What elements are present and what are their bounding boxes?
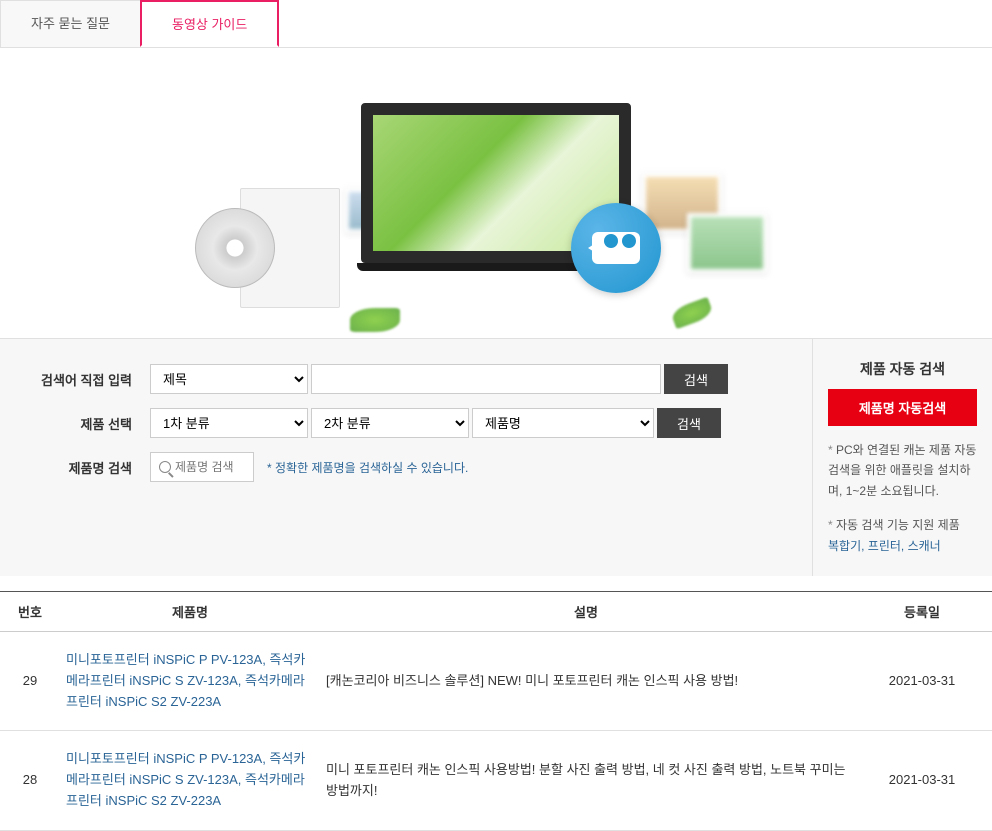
- col-header-no: 번호: [0, 591, 60, 631]
- tab-video-guide[interactable]: 동영상 가이드: [140, 0, 279, 47]
- auto-search-supported: * 자동 검색 기능 지원 제품 복합기, 프린터, 스캐너: [828, 515, 977, 556]
- cd-graphic: [210, 178, 340, 308]
- cell-product[interactable]: 미니포토프린터 iNSPiC P PV-123A, 즉석카메라프린터 iNSPi…: [60, 731, 320, 830]
- tab-bar: 자주 묻는 질문 동영상 가이드: [0, 0, 992, 48]
- search-icon: [159, 461, 171, 473]
- col-header-product: 제품명: [60, 591, 320, 631]
- search-type-select[interactable]: 제목: [150, 364, 308, 394]
- product-search-button[interactable]: 검색: [657, 408, 721, 438]
- leaf-graphic: [670, 297, 714, 329]
- cell-desc: [캐논코리아 비즈니스 솔루션] NEW! 미니 포토프린터 캐논 인스픽 사용…: [320, 631, 852, 730]
- results-table: 번호 제품명 설명 등록일 29미니포토프린터 iNSPiC P PV-123A…: [0, 591, 992, 831]
- product-select-label: 제품 선택: [30, 414, 150, 433]
- keyword-search-button[interactable]: 검색: [664, 364, 728, 394]
- col-header-desc: 설명: [320, 591, 852, 631]
- thumbnail-graphic: [687, 213, 767, 273]
- video-play-icon: [571, 203, 661, 293]
- cell-desc: 미니 포토프린터 캐논 인스픽 사용방법! 분할 사진 출력 방법, 네 컷 사…: [320, 731, 852, 830]
- product-name-hint: * 정확한 제품명을 검색하실 수 있습니다.: [267, 459, 468, 476]
- auto-search-title: 제품 자동 검색: [828, 359, 977, 379]
- table-row[interactable]: 29미니포토프린터 iNSPiC P PV-123A, 즉석카메라프린터 iNS…: [0, 631, 992, 730]
- cell-date: 2021-03-31: [852, 631, 992, 730]
- product-name-input-wrap[interactable]: [150, 452, 254, 482]
- product-select[interactable]: 제품명: [472, 408, 654, 438]
- auto-search-button[interactable]: 제품명 자동검색: [828, 389, 977, 426]
- cell-date: 2021-03-31: [852, 731, 992, 830]
- tab-faq[interactable]: 자주 묻는 질문: [0, 0, 141, 47]
- keyword-input[interactable]: [311, 364, 661, 394]
- auto-search-note: * PC와 연결된 캐논 제품 자동 검색을 위한 애플릿을 설치하며, 1~2…: [828, 440, 977, 501]
- category2-select[interactable]: 2차 분류: [311, 408, 469, 438]
- category1-select[interactable]: 1차 분류: [150, 408, 308, 438]
- hero-banner: [0, 48, 992, 338]
- keyword-label: 검색어 직접 입력: [30, 370, 150, 389]
- product-name-input[interactable]: [175, 460, 245, 474]
- supported-products-link[interactable]: 복합기, 프린터, 스캐너: [828, 539, 941, 553]
- search-panel: 검색어 직접 입력 제목 검색 제품 선택 1차 분류 2차 분류: [0, 338, 992, 576]
- table-row[interactable]: 28미니포토프린터 iNSPiC P PV-123A, 즉석카메라프린터 iNS…: [0, 731, 992, 830]
- cell-no: 29: [0, 631, 60, 730]
- col-header-date: 등록일: [852, 591, 992, 631]
- leaf-graphic: [350, 308, 400, 332]
- cell-product[interactable]: 미니포토프린터 iNSPiC P PV-123A, 즉석카메라프린터 iNSPi…: [60, 631, 320, 730]
- cell-no: 28: [0, 731, 60, 830]
- product-name-label: 제품명 검색: [30, 458, 150, 477]
- laptop-graphic: [361, 103, 631, 283]
